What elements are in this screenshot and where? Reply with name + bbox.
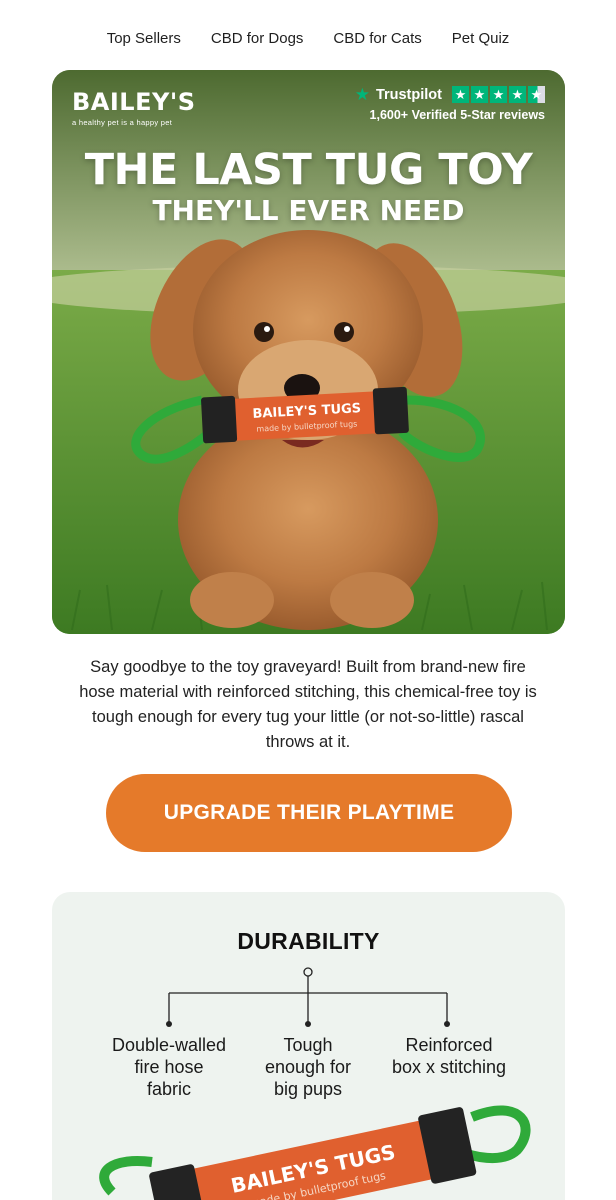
body-copy: Say goodbye to the toy graveyard! Built … — [79, 658, 537, 751]
hero-banner[interactable]: BAILEY'S a healthy pet is a happy pet ★ … — [52, 70, 565, 634]
feature-double-walled: Double-walled fire hose fabric — [111, 1035, 227, 1099]
durability-panel: BAILEY'S TUGS made by bulletproof tugs D… — [52, 892, 565, 1200]
hero-toy-label: BAILEY'S TUGS made by bulletproof tugs — [252, 401, 361, 433]
top-nav: Top Sellers CBD for Dogs CBD for Cats Pe… — [0, 30, 616, 47]
feature-reinforced: Reinforced box x stitching — [391, 1035, 507, 1077]
nav-item-pet-quiz[interactable]: Pet Quiz — [452, 30, 510, 47]
toy-sublabel: made by bulletproof tugs — [256, 419, 357, 433]
nav-item-top-sellers[interactable]: Top Sellers — [107, 30, 181, 47]
durability-title: DURABILITY — [237, 928, 380, 954]
toy-label: BAILEY'S TUGS — [252, 401, 361, 422]
nav-item-cbd-cats[interactable]: CBD for Cats — [333, 30, 421, 47]
feature-tough: Tough enough for big pups — [264, 1035, 352, 1099]
nav-item-cbd-dogs[interactable]: CBD for Dogs — [211, 30, 304, 47]
upgrade-playtime-button[interactable]: UPGRADE THEIR PLAYTIME — [106, 774, 512, 852]
tug-toy-image: BAILEY'S TUGS made by bulletproof tugs — [99, 1105, 531, 1200]
connector-node-icon — [303, 967, 313, 977]
